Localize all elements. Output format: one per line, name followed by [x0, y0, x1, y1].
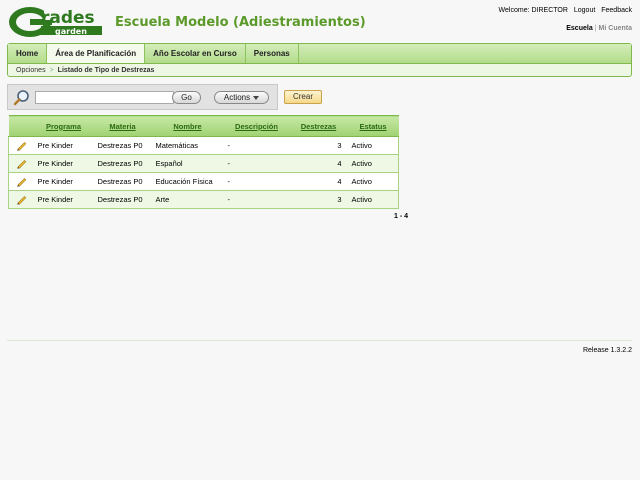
cell-programa: Pre Kinder [33, 154, 94, 173]
pencil-edit-icon[interactable] [16, 194, 27, 205]
cell-descripcion: - [223, 172, 290, 191]
tab-area-planificacion[interactable]: Área de Planificación [47, 44, 146, 63]
col-descripcion[interactable]: Descripción [223, 115, 290, 137]
cell-estatus: Activo [347, 136, 399, 155]
edit-cell [8, 154, 34, 173]
mi-cuenta-link[interactable]: Mi Cuenta [599, 25, 632, 32]
cell-destrezas: 4 [289, 154, 348, 173]
breadcrumb: Opciones > Listado de Tipo de Destrezas [8, 64, 631, 77]
user-links: Welcome: DIRECTOR Logout Feedback [495, 7, 632, 14]
pencil-edit-icon[interactable] [16, 140, 27, 151]
svg-text:rades: rades [41, 8, 95, 28]
cell-descripcion: - [223, 190, 290, 209]
tab-home[interactable]: Home [8, 44, 48, 63]
cell-destrezas: 4 [289, 172, 348, 191]
table-row: Pre Kinder Destrezas P0 Español - 4 Acti… [8, 154, 399, 173]
logout-link[interactable]: Logout [574, 7, 595, 14]
breadcrumb-current: Listado de Tipo de Destrezas [57, 67, 155, 74]
breadcrumb-opciones[interactable]: Opciones [16, 67, 46, 74]
cell-descripcion: - [223, 154, 290, 173]
cell-destrezas: 3 [289, 136, 348, 155]
cell-destrezas: 3 [289, 190, 348, 209]
col-nombre[interactable]: Nombre [151, 115, 224, 137]
pencil-edit-icon[interactable] [16, 158, 27, 169]
release-version: Release 1.3.2.2 [582, 347, 632, 354]
account-separator: | [594, 25, 597, 32]
nav-tabs: Home Área de Planificación Año Escolar e… [8, 44, 631, 64]
cell-materia: Destrezas P0 [93, 154, 152, 173]
table-row: Pre Kinder Destrezas P0 Matemáticas - 3 … [8, 136, 399, 155]
col-materia[interactable]: Materia [93, 115, 152, 137]
search-input[interactable] [35, 91, 174, 104]
cell-nombre: Educación Física [151, 172, 224, 191]
cell-programa: Pre Kinder [33, 136, 94, 155]
actions-button[interactable]: Actions [214, 91, 269, 104]
edit-cell [8, 190, 34, 209]
cell-estatus: Activo [347, 154, 399, 173]
cell-estatus: Activo [347, 190, 399, 209]
cell-materia: Destrezas P0 [93, 190, 152, 209]
create-button[interactable]: Crear [284, 90, 322, 104]
col-destrezas[interactable]: Destrezas [289, 115, 348, 137]
school-title: Escuela Modelo (Adiestramientos) [115, 15, 366, 30]
welcome-text: Welcome: DIRECTOR [498, 7, 568, 14]
cell-nombre: Español [151, 154, 224, 173]
cell-nombre: Arte [151, 190, 224, 209]
pencil-edit-icon[interactable] [16, 176, 27, 187]
cell-programa: Pre Kinder [33, 172, 94, 191]
cell-descripcion: - [223, 136, 290, 155]
account-switch: Escuela | Mi Cuenta [566, 25, 632, 32]
pagination-info: 1 - 4 [394, 213, 409, 220]
tab-personas[interactable]: Personas [246, 44, 299, 63]
breadcrumb-separator: > [49, 67, 54, 74]
table-row: Pre Kinder Destrezas P0 Educación Física… [8, 172, 399, 191]
footer-divider [7, 340, 632, 341]
main-nav: Home Área de Planificación Año Escolar e… [7, 43, 632, 77]
search-icon [13, 90, 29, 106]
chevron-down-icon [253, 95, 260, 100]
col-programa[interactable]: Programa [33, 115, 94, 137]
cell-estatus: Activo [347, 172, 399, 191]
cell-nombre: Matemáticas [151, 136, 224, 155]
grades-garden-logo: rades garden [8, 6, 104, 38]
cell-programa: Pre Kinder [33, 190, 94, 209]
search-toolbar: Go Actions [7, 84, 278, 110]
table-header-row: Programa Materia Nombre Descripción Dest… [8, 115, 399, 137]
skills-type-table: Programa Materia Nombre Descripción Dest… [8, 115, 399, 209]
table-row: Pre Kinder Destrezas P0 Arte - 3 Activo [8, 190, 399, 209]
feedback-link[interactable]: Feedback [601, 7, 632, 14]
cell-materia: Destrezas P0 [93, 136, 152, 155]
col-estatus[interactable]: Estatus [347, 115, 399, 137]
tab-ano-escolar[interactable]: Año Escolar en Curso [145, 44, 246, 63]
col-edit [8, 115, 34, 137]
edit-cell [8, 172, 34, 191]
svg-text:garden: garden [55, 27, 87, 36]
go-button[interactable]: Go [172, 91, 201, 104]
actions-label: Actions [223, 93, 251, 102]
escuela-link[interactable]: Escuela [566, 25, 592, 32]
edit-cell [8, 136, 34, 155]
cell-materia: Destrezas P0 [93, 172, 152, 191]
